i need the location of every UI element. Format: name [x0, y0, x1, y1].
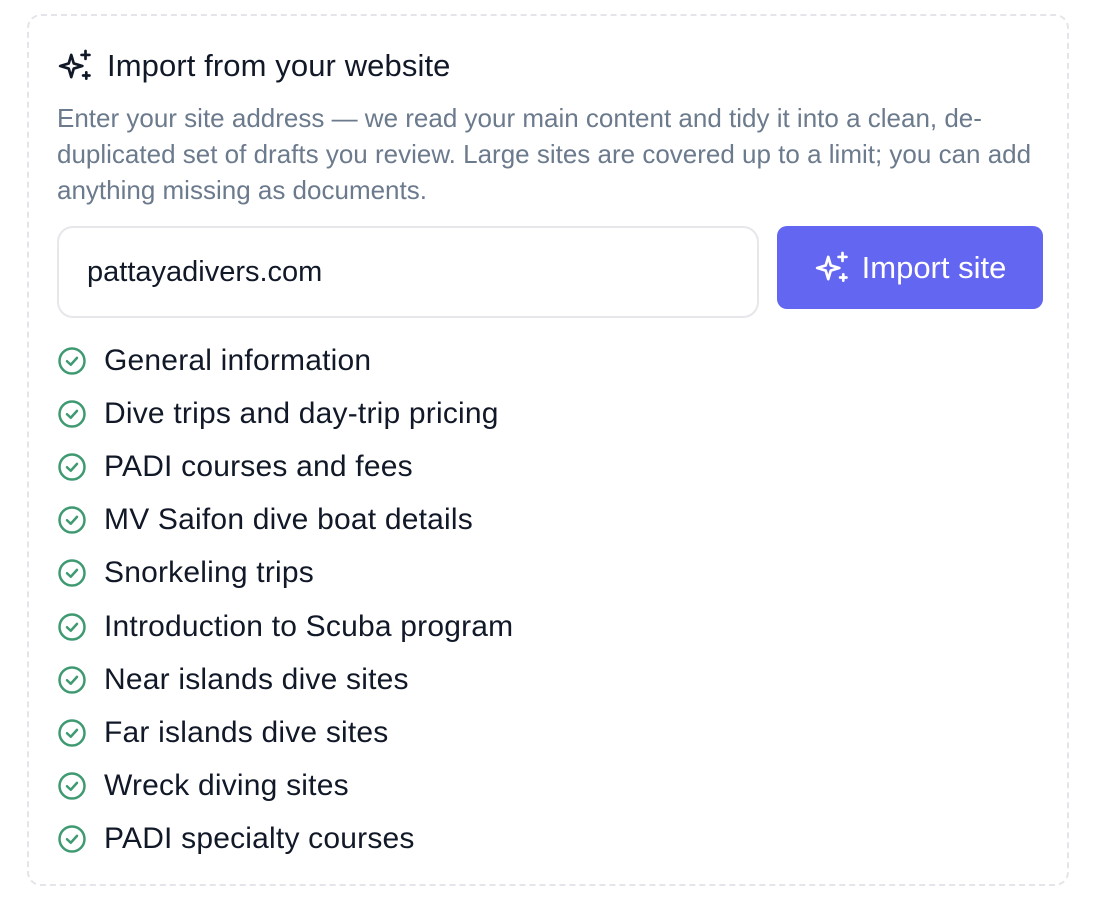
list-item-label: General information: [104, 343, 372, 377]
list-item: PADI courses and fees: [57, 440, 513, 493]
check-circle-icon: [57, 346, 87, 376]
list-item-label: PADI courses and fees: [104, 449, 413, 483]
check-circle-icon: [57, 665, 87, 695]
check-circle-icon: [57, 612, 87, 642]
list-item: General information: [57, 334, 513, 387]
check-circle-icon: [57, 771, 87, 801]
list-item-label: MV Saifon dive boat details: [104, 503, 473, 537]
site-url-input[interactable]: [57, 226, 759, 318]
check-circle-icon: [57, 558, 87, 588]
list-item-label: Introduction to Scuba program: [104, 609, 514, 643]
import-site-button[interactable]: Import site: [777, 226, 1043, 309]
list-item: Introduction to Scuba program: [57, 600, 513, 653]
sparkles-icon: [57, 47, 95, 85]
imported-pages-list: General information Dive trips and day-t…: [57, 334, 513, 866]
list-item-label: Near islands dive sites: [104, 662, 409, 696]
check-circle-icon: [57, 399, 87, 429]
check-circle-icon: [57, 505, 87, 535]
panel-description: Enter your site address — we read your m…: [57, 103, 1032, 205]
list-item: Near islands dive sites: [57, 653, 513, 706]
list-item: PADI specialty courses: [57, 813, 513, 866]
check-circle-icon: [57, 452, 87, 482]
list-item: Far islands dive sites: [57, 706, 513, 759]
check-circle-icon: [57, 824, 87, 854]
list-item-label: Wreck diving sites: [104, 769, 349, 803]
list-item-label: PADI specialty courses: [104, 822, 415, 856]
sparkles-icon: [814, 249, 852, 287]
panel-header: Import from your website: [57, 46, 451, 86]
list-item-label: Snorkeling trips: [104, 556, 314, 590]
list-item-label: Far islands dive sites: [104, 715, 389, 749]
import-website-panel: Import from your website Enter your site…: [27, 14, 1069, 886]
list-item-label: Dive trips and day-trip pricing: [104, 396, 499, 430]
list-item: Snorkeling trips: [57, 547, 513, 600]
check-circle-icon: [57, 718, 87, 748]
list-item: Wreck diving sites: [57, 760, 513, 813]
import-site-label: Import site: [861, 249, 1007, 285]
panel-title: Import from your website: [107, 48, 451, 83]
list-item: MV Saifon dive boat details: [57, 494, 513, 547]
list-item: Dive trips and day-trip pricing: [57, 387, 513, 440]
